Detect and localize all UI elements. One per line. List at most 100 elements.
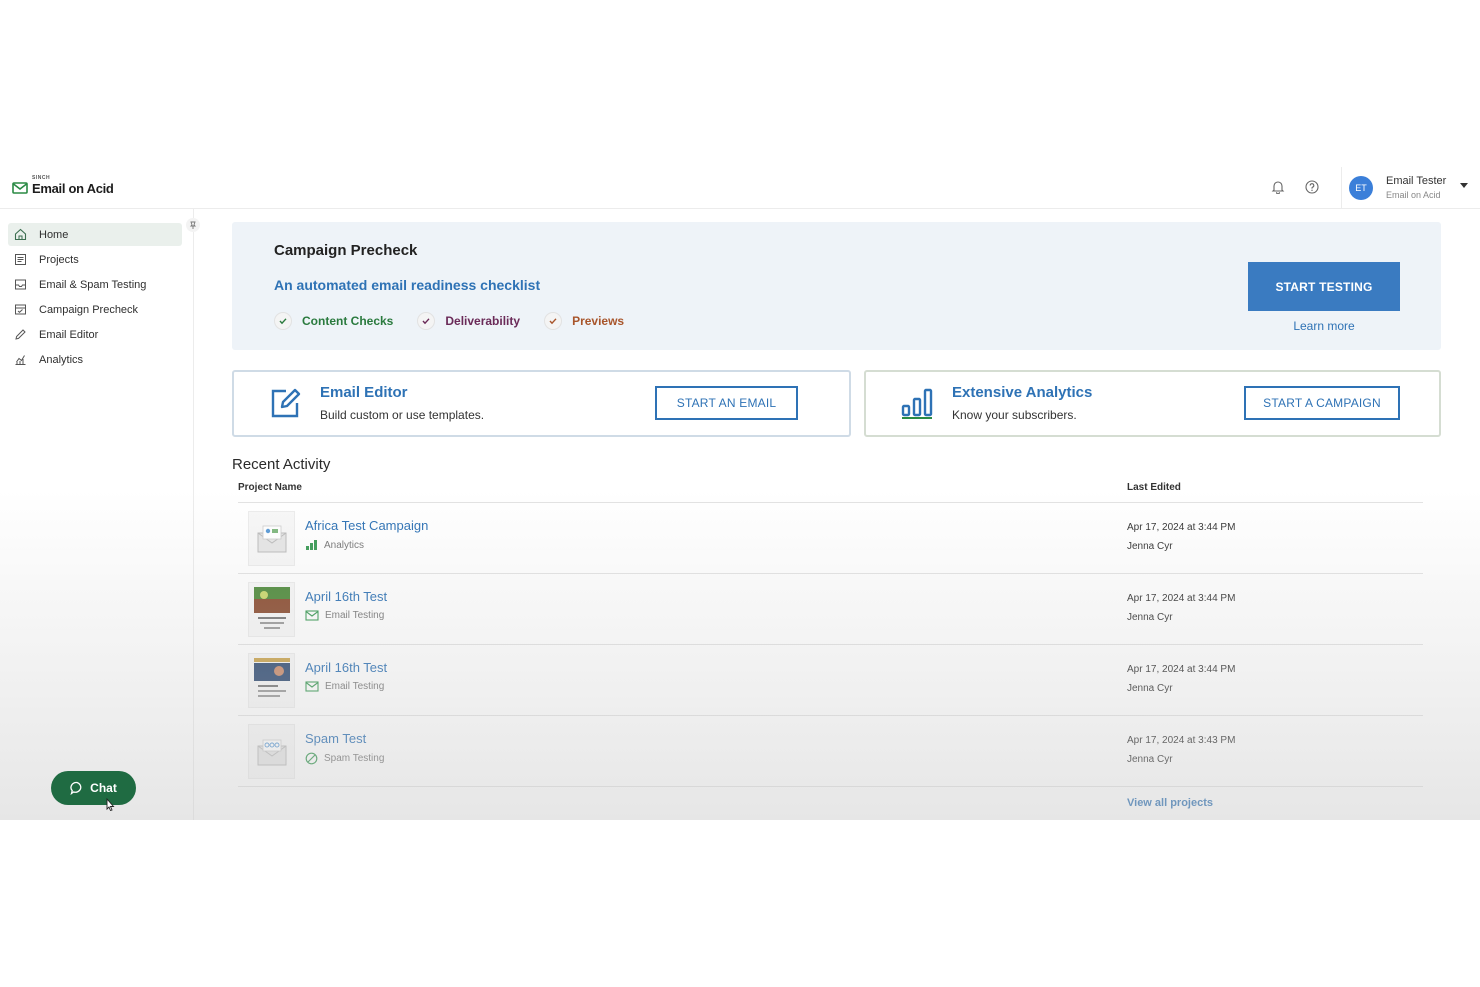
precheck-checklist: Content Checks Deliverability Previews <box>274 312 648 330</box>
chat-bubble-icon <box>70 781 82 795</box>
card-title: Extensive Analytics <box>952 384 1093 401</box>
sidebar: Home Projects Email & Spam Testing Campa… <box>0 209 200 820</box>
envelope-check-icon <box>12 182 28 194</box>
project-type: Email Testing <box>305 610 384 621</box>
check-label: Previews <box>572 314 625 328</box>
sidebar-item-analytics[interactable]: Analytics <box>8 348 182 371</box>
column-header-project-name[interactable]: Project Name <box>238 482 302 493</box>
envelope-icon <box>305 610 319 621</box>
account-menu-caret[interactable] <box>1460 183 1468 188</box>
edit-square-icon <box>271 388 301 418</box>
email-thumbnail <box>248 511 295 566</box>
last-edited-user: Jenna Cyr <box>1127 612 1173 623</box>
learn-more-link[interactable]: Learn more <box>1248 319 1400 333</box>
card-title: Email Editor <box>320 384 408 401</box>
card-description: Know your subscribers. <box>952 408 1077 422</box>
help-button[interactable] <box>1304 179 1320 195</box>
notifications-button[interactable] <box>1270 179 1286 195</box>
check-label: Content Checks <box>302 314 394 328</box>
email-preview-image <box>253 586 290 629</box>
precheck-subtitle: An automated email readiness checklist <box>274 277 541 293</box>
view-all-projects-link[interactable]: View all projects <box>1127 797 1213 809</box>
check-deliverability: Deliverability <box>417 312 520 330</box>
project-name-link[interactable]: April 16th Test <box>305 660 387 675</box>
analytics-bars-icon <box>306 540 317 550</box>
projects-icon <box>13 253 27 267</box>
project-type: Email Testing <box>305 681 384 692</box>
envelope-placeholder-icon <box>257 525 286 552</box>
project-name-link[interactable]: Spam Test <box>305 731 366 746</box>
sidebar-item-label: Email Editor <box>39 328 99 341</box>
check-content-checks: Content Checks <box>274 312 393 330</box>
avatar[interactable]: ET <box>1349 176 1373 200</box>
sidebar-item-label: Analytics <box>39 353 84 366</box>
last-edited-date: Apr 17, 2024 at 3:44 PM <box>1127 522 1236 533</box>
spam-ban-icon <box>305 752 318 765</box>
home-icon <box>13 228 27 242</box>
analytics-icon <box>13 353 27 367</box>
check-label: Deliverability <box>445 314 521 328</box>
app-window: SINCH Email on Acid ET Email Tester Emai… <box>0 167 1480 820</box>
check-previews: Previews <box>544 312 624 330</box>
table-row[interactable]: Spam Test Spam Testing Apr 17, 2024 at 3… <box>238 716 1423 787</box>
sidebar-item-projects[interactable]: Projects <box>8 248 182 271</box>
extensive-analytics-card: Extensive Analytics Know your subscriber… <box>864 370 1441 437</box>
sidebar-item-label: Projects <box>39 253 79 266</box>
email-thumbnail <box>248 653 295 708</box>
table-row[interactable]: April 16th Test Email Testing Apr 17, 20… <box>238 645 1423 716</box>
precheck-title: Campaign Precheck <box>274 242 418 259</box>
email-editor-card: Email Editor Build custom or use templat… <box>232 370 851 437</box>
project-name-link[interactable]: April 16th Test <box>305 589 387 604</box>
campaign-precheck-banner: Campaign Precheck An automated email rea… <box>232 222 1441 350</box>
top-bar: SINCH Email on Acid ET Email Tester Emai… <box>0 167 1480 209</box>
last-edited-date: Apr 17, 2024 at 3:43 PM <box>1127 735 1236 746</box>
sidebar-item-label: Home <box>39 228 69 241</box>
bar-chart-icon <box>901 388 933 419</box>
envelope-placeholder-icon <box>257 739 286 765</box>
sidebar-item-home[interactable]: Home <box>8 223 182 246</box>
project-name-link[interactable]: Africa Test Campaign <box>305 518 428 533</box>
logo[interactable]: SINCH Email on Acid <box>12 176 114 195</box>
sidebar-item-email-editor[interactable]: Email Editor <box>8 323 182 346</box>
inbox-icon <box>13 278 27 292</box>
last-edited-user: Jenna Cyr <box>1127 541 1173 552</box>
top-divider <box>1341 167 1342 209</box>
email-thumbnail <box>248 582 295 637</box>
pin-sidebar-button[interactable] <box>186 218 200 232</box>
user-org: Email on Acid <box>1386 190 1441 200</box>
start-testing-button[interactable]: START TESTING <box>1248 262 1400 311</box>
user-name[interactable]: Email Tester <box>1386 175 1446 187</box>
project-type-label: Email Testing <box>325 681 385 692</box>
last-edited-user: Jenna Cyr <box>1127 754 1173 765</box>
project-type: Spam Testing <box>305 752 384 765</box>
last-edited-date: Apr 17, 2024 at 3:44 PM <box>1127 593 1236 604</box>
sidebar-item-label: Email & Spam Testing <box>39 278 147 291</box>
logo-name: Email on Acid <box>32 181 114 196</box>
start-a-campaign-button[interactable]: START A CAMPAIGN <box>1244 386 1400 420</box>
project-type-label: Spam Testing <box>324 753 385 764</box>
email-thumbnail <box>248 724 295 779</box>
check-icon <box>417 312 436 330</box>
table-divider <box>238 786 1423 787</box>
check-icon <box>544 312 563 330</box>
check-icon <box>274 312 292 330</box>
start-an-email-button[interactable]: START AN EMAIL <box>655 386 798 420</box>
chat-button[interactable]: Chat <box>51 771 136 805</box>
envelope-icon <box>305 681 319 692</box>
bell-icon <box>1271 181 1285 194</box>
table-row[interactable]: Africa Test Campaign Analytics Apr 17, 2… <box>238 503 1423 574</box>
project-type-label: Email Testing <box>325 610 385 621</box>
project-type-label: Analytics <box>324 539 365 551</box>
card-description: Build custom or use templates. <box>320 408 485 422</box>
column-header-last-edited[interactable]: Last Edited <box>1127 482 1181 493</box>
precheck-icon <box>13 303 27 317</box>
sidebar-item-campaign-precheck[interactable]: Campaign Precheck <box>8 298 182 321</box>
question-circle-icon <box>1305 180 1319 194</box>
last-edited-date: Apr 17, 2024 at 3:44 PM <box>1127 664 1236 675</box>
last-edited-user: Jenna Cyr <box>1127 683 1173 694</box>
sidebar-item-email-spam-testing[interactable]: Email & Spam Testing <box>8 273 182 296</box>
table-row[interactable]: April 16th Test Email Testing Apr 17, 20… <box>238 574 1423 645</box>
recent-activity-title: Recent Activity <box>232 456 331 473</box>
project-type: Analytics <box>305 539 364 551</box>
mouse-cursor-icon <box>106 797 115 812</box>
